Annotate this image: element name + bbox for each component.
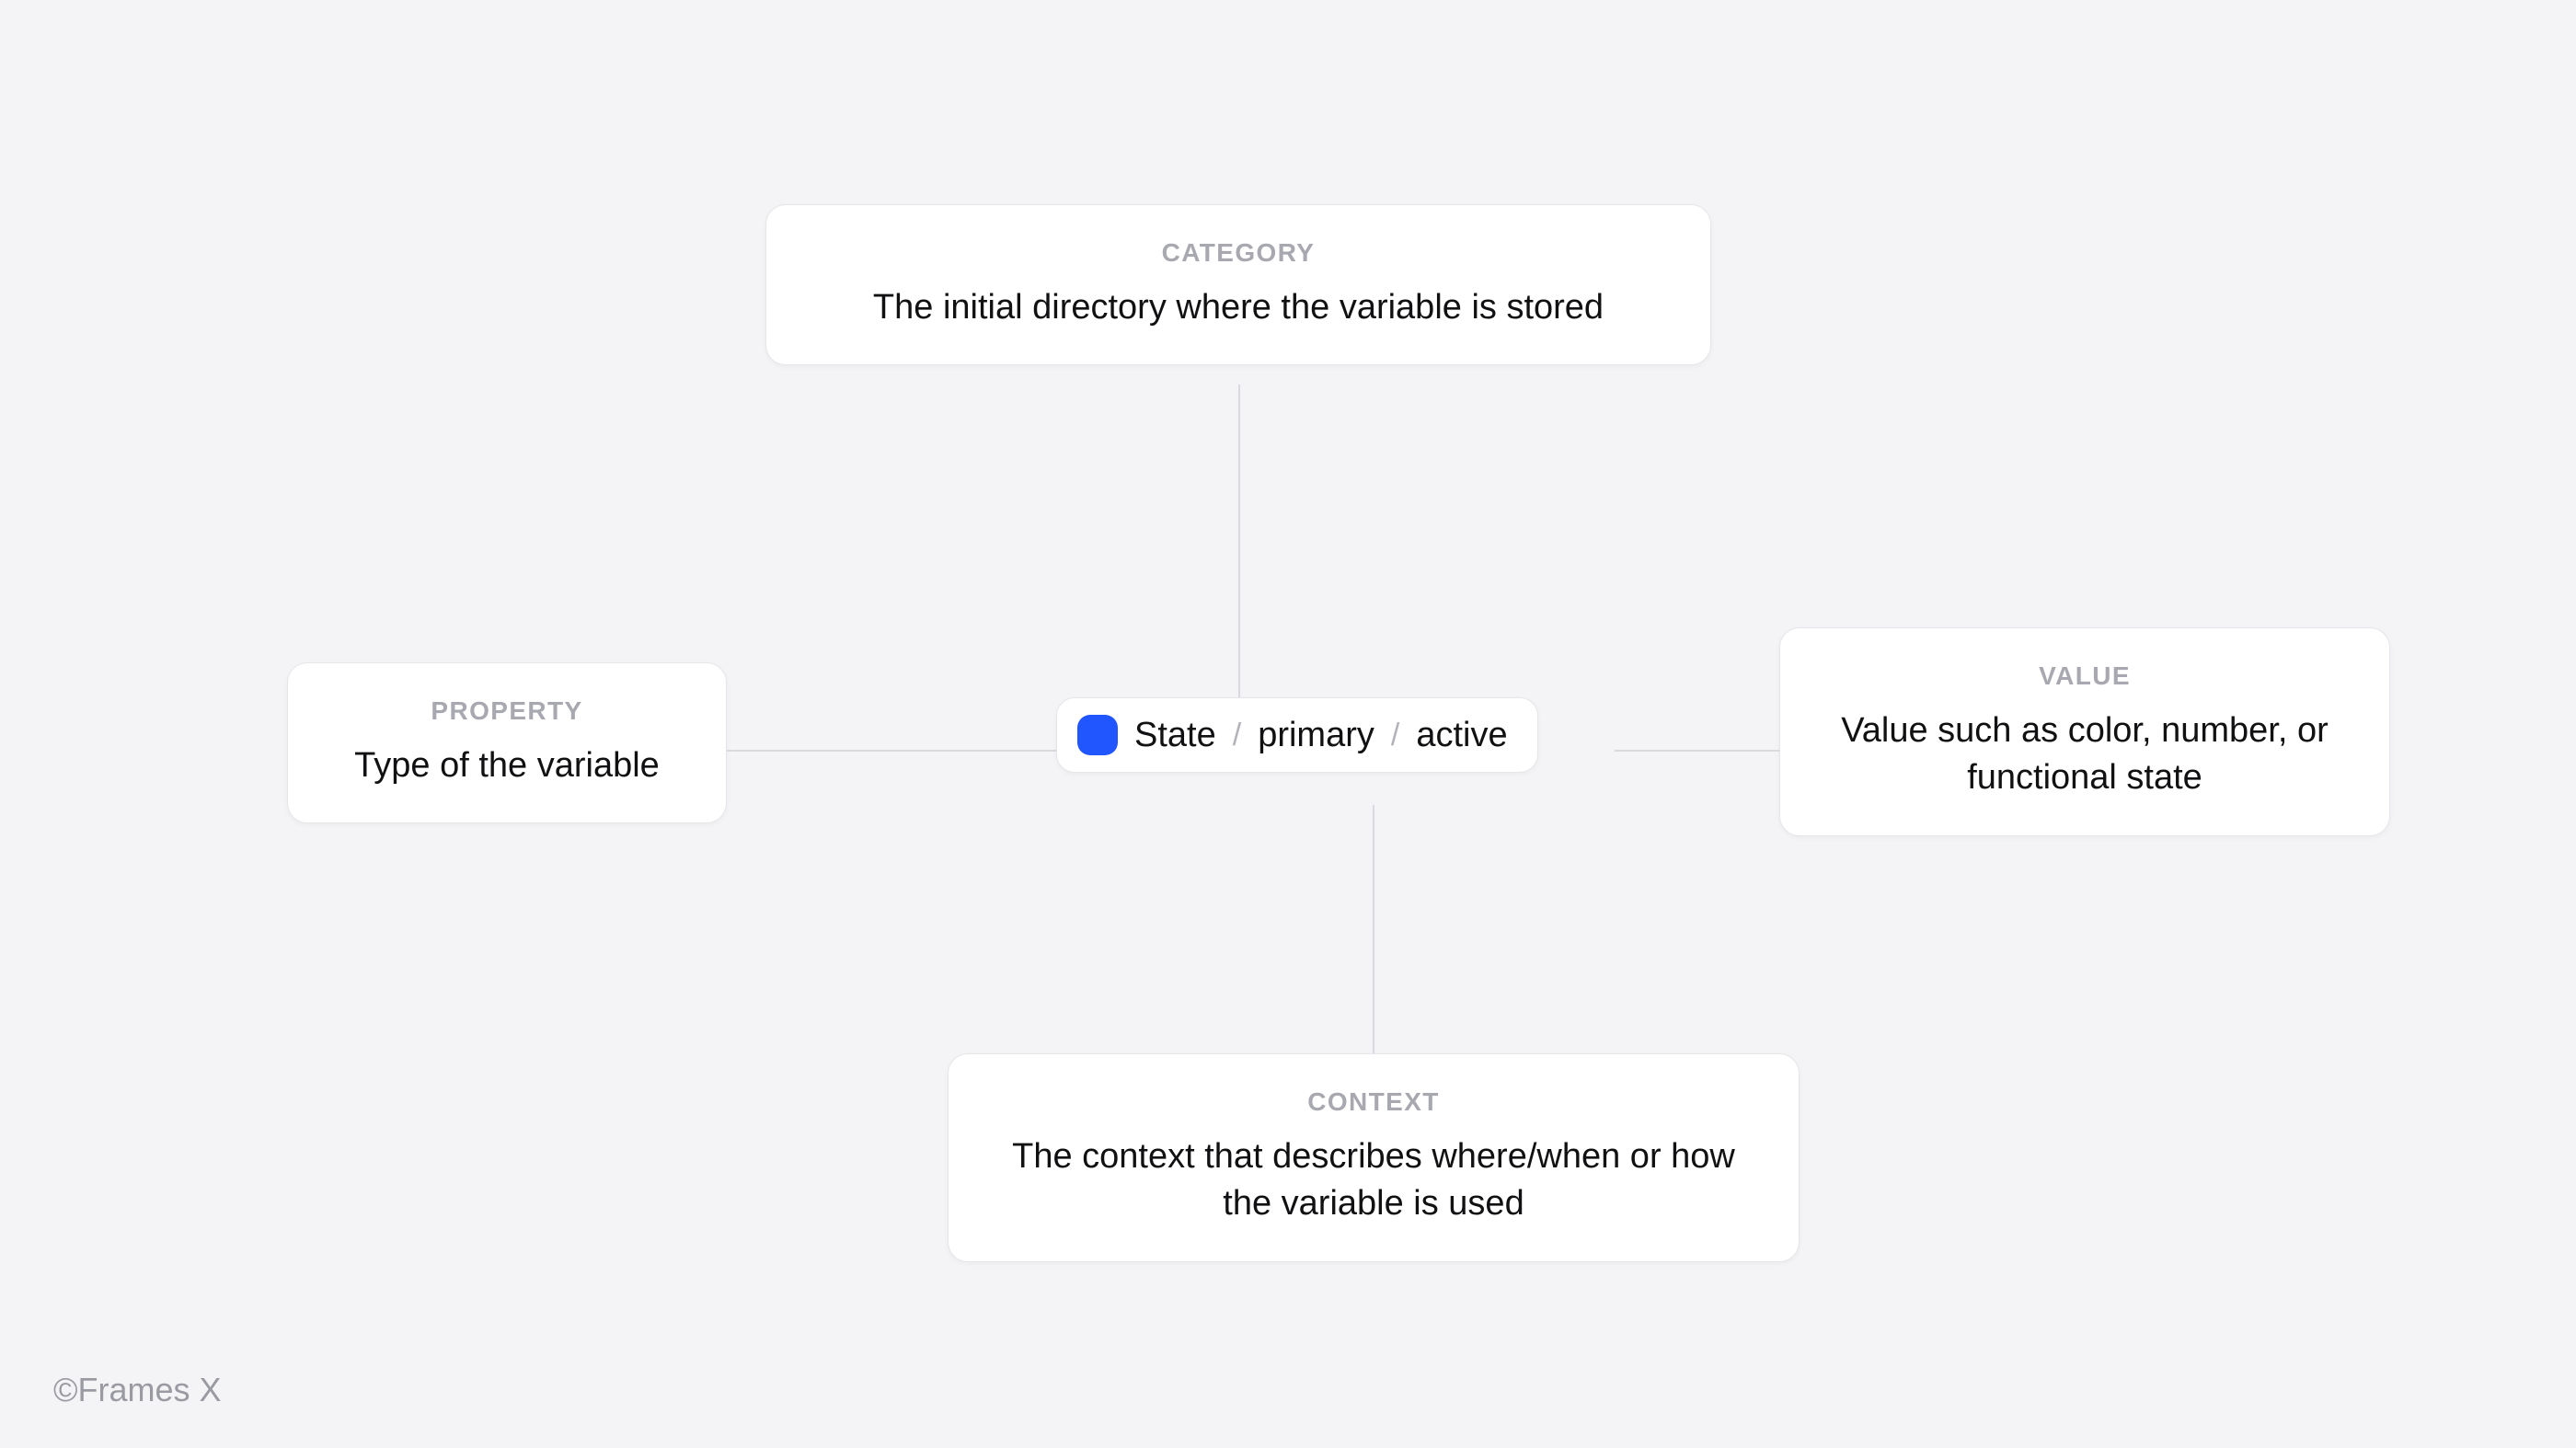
- card-context: CONTEXT The context that describes where…: [948, 1053, 1800, 1262]
- card-context-label: CONTEXT: [993, 1087, 1754, 1117]
- color-swatch-icon: [1077, 715, 1118, 755]
- card-category-label: CATEGORY: [811, 238, 1666, 268]
- card-category: CATEGORY The initial directory where the…: [765, 204, 1711, 365]
- connector-value: [1615, 750, 1780, 752]
- card-property-desc: Type of the variable: [332, 742, 682, 789]
- card-category-desc: The initial directory where the variable…: [811, 284, 1666, 331]
- token-part-primary: primary: [1258, 716, 1374, 755]
- token-breadcrumb: State / primary / active: [1056, 697, 1538, 773]
- card-value: VALUE Value such as color, number, or fu…: [1779, 627, 2390, 836]
- connector-category: [1238, 385, 1240, 697]
- token-part-active: active: [1416, 716, 1507, 755]
- card-value-desc: Value such as color, number, or function…: [1824, 707, 2345, 802]
- card-value-label: VALUE: [1824, 661, 2345, 691]
- connector-context: [1373, 805, 1374, 1053]
- separator-icon: /: [1391, 718, 1399, 753]
- footer-attribution: ©Frames X: [53, 1371, 222, 1409]
- card-property-label: PROPERTY: [332, 696, 682, 726]
- token-part-state: State: [1134, 716, 1216, 755]
- separator-icon: /: [1233, 718, 1241, 753]
- connector-property: [727, 750, 1056, 752]
- card-context-desc: The context that describes where/when or…: [993, 1133, 1754, 1228]
- card-property: PROPERTY Type of the variable: [287, 662, 727, 823]
